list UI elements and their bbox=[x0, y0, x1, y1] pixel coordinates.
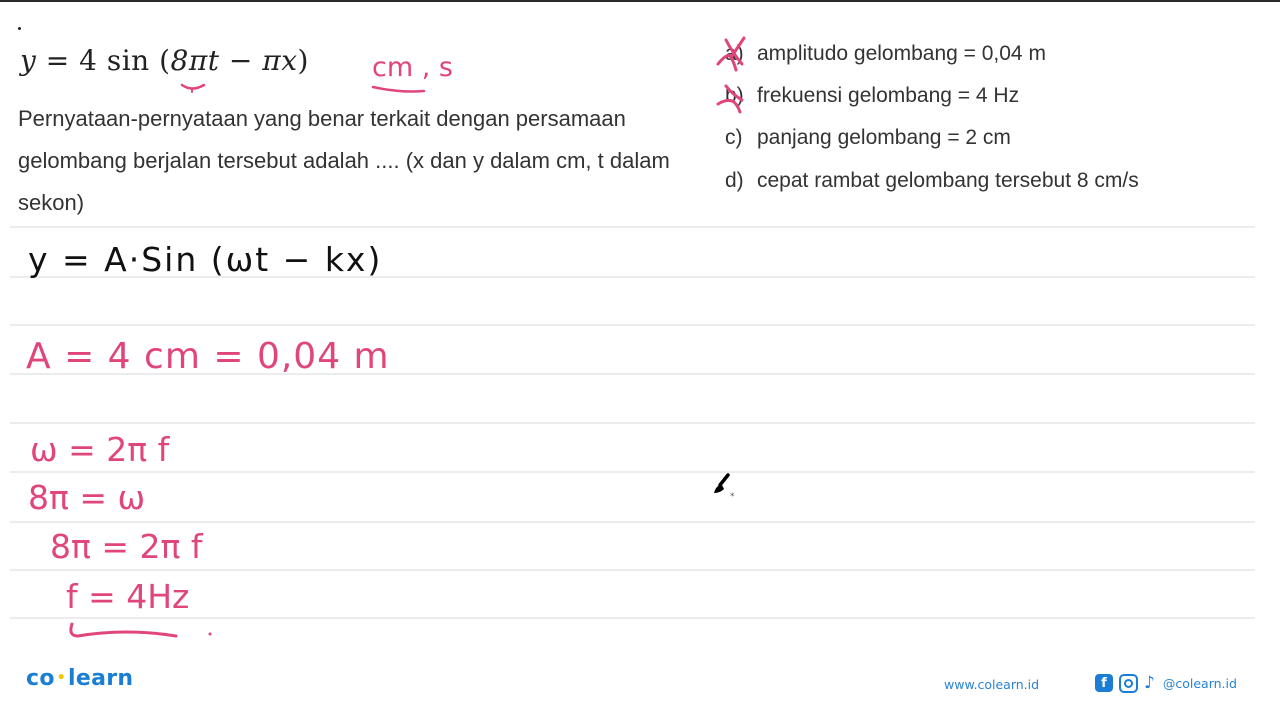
ruled-line bbox=[10, 569, 1255, 571]
wave-equation: y = 4 sin (8πt − πx) bbox=[20, 44, 309, 77]
result-underline bbox=[69, 622, 212, 638]
option-d[interactable]: d) cepat rambat gelombang tersebut 8 cm/s bbox=[725, 169, 1139, 193]
instagram-icon[interactable] bbox=[1119, 673, 1138, 693]
brush-cursor-icon: * bbox=[714, 473, 735, 501]
tiktok-icon[interactable]: ♪ bbox=[1144, 673, 1155, 693]
option-a[interactable]: a) amplitudo gelombang = 0,04 m bbox=[725, 42, 1046, 66]
handwritten-general-formula: y = A·Sin (ωt − kx) bbox=[28, 240, 383, 279]
ruled-line bbox=[10, 617, 1255, 619]
svg-text:*: * bbox=[730, 492, 735, 501]
handwritten-omega-definition: ω = 2π f bbox=[30, 430, 170, 469]
ruled-line bbox=[10, 471, 1255, 473]
handwritten-frequency-result: f = 4Hz bbox=[66, 577, 190, 616]
handwritten-omega-value: 8π = ω bbox=[28, 478, 146, 517]
handwritten-solve-frequency: 8π = 2π f bbox=[50, 527, 203, 566]
social-links: f ♪ @colearn.id bbox=[1095, 673, 1237, 693]
check-mark-a-icon bbox=[716, 36, 746, 72]
ruled-line bbox=[10, 521, 1255, 523]
stray-dot bbox=[18, 27, 21, 30]
ruled-line bbox=[10, 324, 1255, 326]
units-underline bbox=[371, 85, 426, 93]
social-handle[interactable]: @colearn.id bbox=[1163, 676, 1237, 691]
top-border bbox=[0, 0, 1280, 2]
option-c[interactable]: c) panjang gelombang = 2 cm bbox=[725, 126, 1011, 150]
website-link[interactable]: www.colearn.id bbox=[944, 677, 1039, 692]
question-text: Pernyataan-pernyataan yang benar terkait… bbox=[18, 106, 670, 215]
option-b[interactable]: b) frekuensi gelombang = 4 Hz bbox=[725, 84, 1019, 108]
colearn-logo: co •learn bbox=[26, 666, 134, 691]
underline-annotation bbox=[180, 83, 206, 93]
ruled-line bbox=[10, 422, 1255, 424]
check-mark-b-icon bbox=[716, 84, 744, 114]
handwritten-amplitude: A = 4 cm = 0,04 m bbox=[26, 336, 390, 377]
units-annotation: cm , s bbox=[372, 52, 453, 83]
ruled-line bbox=[10, 226, 1255, 228]
facebook-icon[interactable]: f bbox=[1095, 674, 1113, 692]
